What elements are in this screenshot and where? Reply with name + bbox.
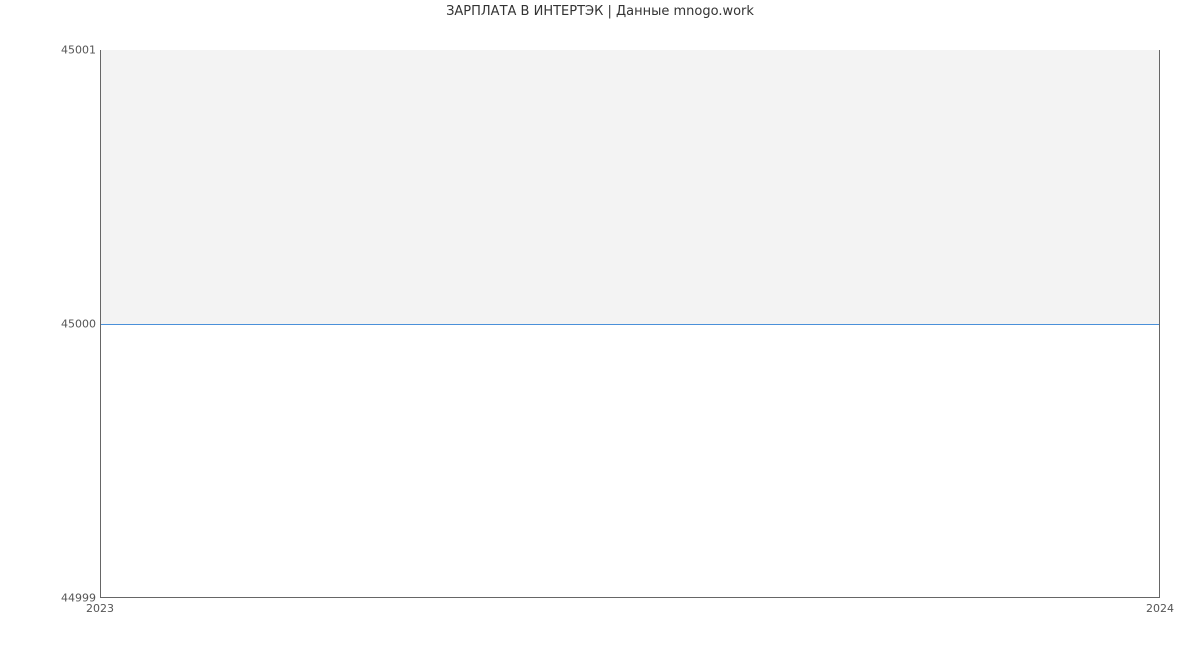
- chart-container: ЗАРПЛАТА В ИНТЕРТЭК | Данные mnogo.work …: [0, 0, 1200, 650]
- plot-area: [100, 50, 1160, 598]
- y-tick-label: 45000: [61, 318, 96, 331]
- area-fill: [101, 50, 1159, 324]
- y-tick-label: 45001: [61, 44, 96, 57]
- chart-title: ЗАРПЛАТА В ИНТЕРТЭК | Данные mnogo.work: [0, 4, 1200, 19]
- x-tick-label: 2023: [86, 602, 114, 615]
- data-line: [101, 324, 1159, 325]
- x-tick-label: 2024: [1146, 602, 1174, 615]
